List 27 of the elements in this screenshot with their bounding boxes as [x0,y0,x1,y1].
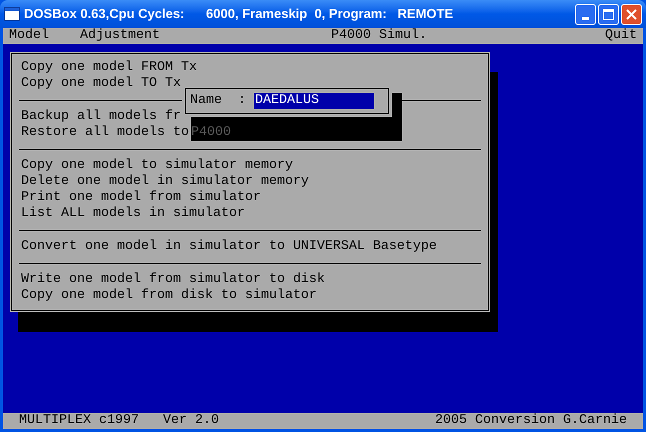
minimize-icon [582,16,589,20]
menu-item[interactable]: Copy one model from disk to simulator [19,288,317,304]
app-icon [4,7,20,21]
maximize-button[interactable] [598,4,619,24]
menu-item[interactable]: Adjustment [80,28,160,44]
menu-item[interactable]: List ALL models in simulator [19,206,245,222]
menu-item[interactable]: Delete one model in simulator memory [19,174,309,190]
minimize-button[interactable] [575,4,596,24]
menu-item[interactable]: Copy one model FROM Tx [19,60,197,76]
menu-item[interactable]: Print one model from simulator [19,190,261,206]
menu-item[interactable]: Model [9,28,49,44]
maximize-icon [603,8,614,20]
name-label: Name : [190,93,246,109]
menu-item[interactable]: Restore all models to [19,125,189,141]
close-icon [626,8,637,20]
menu-item[interactable]: Convert one model in simulator to UNIVERSAL Basetype [19,239,437,255]
name-field[interactable]: DAEDALUS [254,93,374,109]
status-text: MULTIPLEX c1997 Ver 2.0 [19,413,219,429]
menu-item[interactable]: P4000 Simul. [330,28,427,44]
window-title: DOSBox 0.63,Cpu Cycles: 6000, Frameskip 0, Program: REMOTE [24,5,454,24]
status-text: 2005 Conversion G.Carnie [435,413,627,429]
menu-item[interactable]: Copy one model TO Tx [19,76,181,92]
menu-item[interactable]: Backup all models fr [19,109,181,125]
close-button[interactable] [621,4,642,24]
menu-item[interactable]: Copy one model to simulator memory [19,158,293,174]
menu-item[interactable]: Write one model from simulator to disk [19,272,325,288]
menu-item[interactable]: Quit [605,28,637,44]
